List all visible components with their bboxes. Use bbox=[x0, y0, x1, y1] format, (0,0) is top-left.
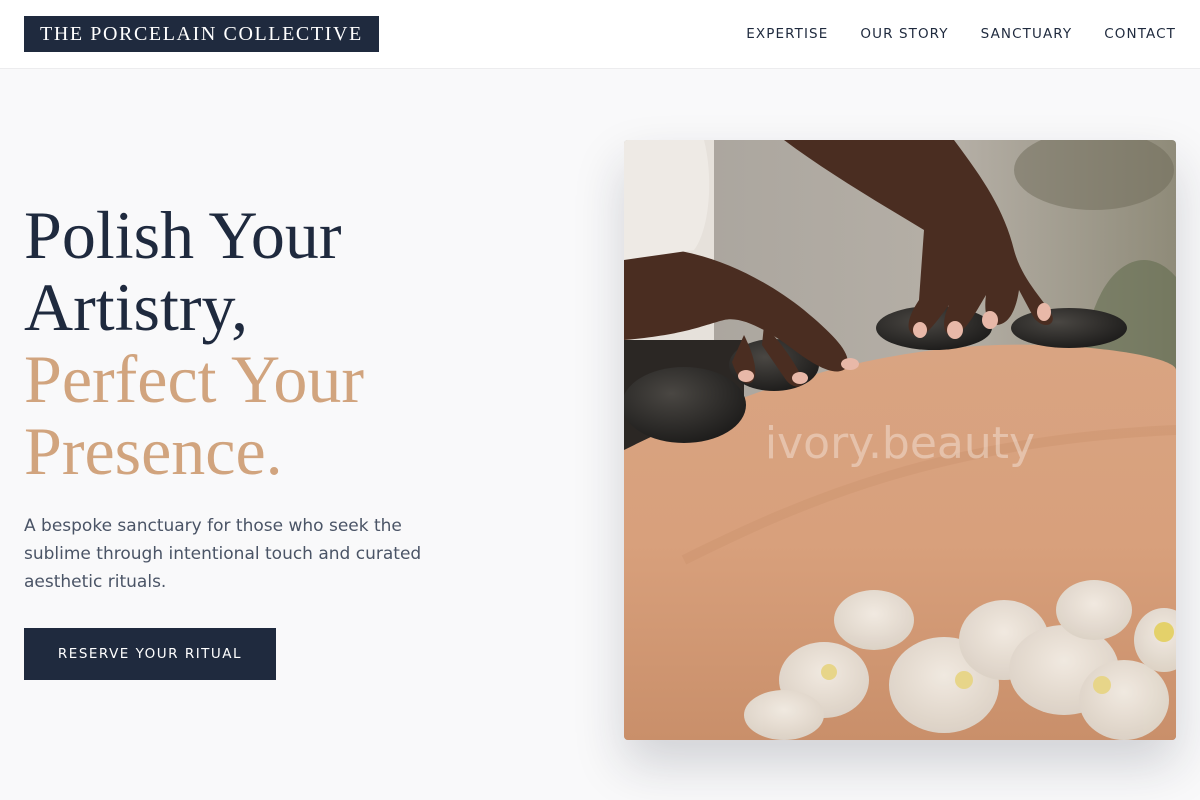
hero-subtitle: A bespoke sanctuary for those who seek t… bbox=[24, 516, 422, 592]
nav-link-contact[interactable]: CONTACT bbox=[1104, 26, 1176, 42]
brand-logo[interactable]: THE PORCELAIN COLLECTIVE bbox=[24, 16, 379, 52]
nav-link-expertise[interactable]: EXPERTISE bbox=[746, 26, 828, 42]
hero-image-spa-massage: ivory.beauty bbox=[624, 140, 1176, 740]
nav-link-sanctuary[interactable]: SANCTUARY bbox=[981, 26, 1073, 42]
site-header: THE PORCELAIN COLLECTIVE EXPERTISE OUR S… bbox=[0, 0, 1200, 69]
reserve-ritual-button[interactable]: RESERVE YOUR RITUAL bbox=[24, 628, 276, 680]
hero-headline: Polish Your Artistry, Perfect Your Prese… bbox=[24, 199, 544, 487]
main-nav: EXPERTISE OUR STORY SANCTUARY CONTACT bbox=[746, 0, 1176, 68]
nav-link-our-story[interactable]: OUR STORY bbox=[860, 26, 948, 42]
headline-line-3: Perfect Your bbox=[24, 341, 364, 417]
headline-line-1: Polish Your bbox=[24, 197, 342, 273]
headline-line-2: Artistry, bbox=[24, 269, 249, 345]
spa-massage-illustration bbox=[624, 140, 1176, 740]
headline-line-4: Presence. bbox=[24, 413, 283, 489]
